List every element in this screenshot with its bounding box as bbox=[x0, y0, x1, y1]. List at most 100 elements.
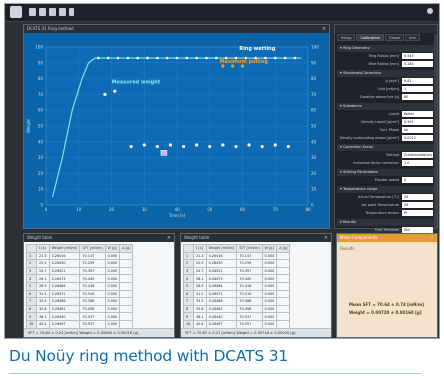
table-row[interactable]: 3 24.7 0.26521 70.397 0.000 bbox=[183, 266, 291, 276]
user-icon[interactable] bbox=[427, 8, 433, 14]
property-value-field[interactable]: 20 bbox=[402, 202, 433, 208]
main-toolbar bbox=[5, 4, 439, 22]
column-header[interactable]: Δ [g] bbox=[119, 244, 134, 253]
table-cell: 0.26473 bbox=[205, 274, 238, 283]
property-value-field[interactable]: 1 bbox=[402, 86, 433, 92]
table-cell: 28.9 bbox=[193, 281, 207, 291]
x-tick-label: 70 bbox=[273, 207, 279, 212]
table-cell: 70.510 bbox=[236, 289, 263, 299]
table-row[interactable]: 5 28.9 0.26484 70.416 0.000 bbox=[183, 281, 291, 291]
property-value-field[interactable]: 0.185 bbox=[402, 61, 433, 67]
table-row[interactable]: 4 26.1 0.26473 70.445 0.000 bbox=[183, 274, 291, 283]
data-point bbox=[156, 56, 159, 60]
table-row[interactable]: 2 22.5 0.28430 70.259 0.000 bbox=[183, 259, 291, 268]
property-value-field[interactable]: Zuidema/Waters bbox=[402, 152, 433, 158]
data-point bbox=[97, 56, 100, 60]
table-row[interactable]: 6 31.2 0.26471 70.510 0.000 bbox=[183, 289, 291, 299]
table-cell: 9 bbox=[26, 312, 37, 321]
table-cell: 0.000 bbox=[104, 319, 121, 329]
undo-icon[interactable] bbox=[69, 8, 74, 16]
property-value-field[interactable]: 9.545 bbox=[402, 53, 433, 59]
tab-calibration[interactable]: Calibration bbox=[356, 34, 385, 41]
close-icon[interactable]: × bbox=[430, 234, 434, 242]
property-row: Density surrounding phase [g/cm³] 0.0012 bbox=[337, 134, 435, 142]
close-icon[interactable]: × bbox=[322, 25, 326, 33]
close-icon[interactable]: × bbox=[167, 234, 171, 242]
export-icon[interactable] bbox=[59, 8, 66, 16]
property-value-field[interactable]: 0 bbox=[402, 177, 433, 183]
column-header[interactable]: SFT [mN/m] bbox=[236, 244, 263, 253]
table-cell: 31.2 bbox=[36, 289, 50, 299]
table-cell: 0.000 bbox=[261, 319, 278, 329]
column-header[interactable]: W [g] bbox=[104, 244, 121, 253]
table-cell: 0.000 bbox=[104, 266, 121, 276]
property-row: actual Temperature [°C] 20 bbox=[337, 193, 435, 201]
property-value-field[interactable]: Air bbox=[402, 127, 433, 133]
table-cell: 70.416 bbox=[79, 281, 106, 291]
table-cell: 6 bbox=[26, 289, 37, 299]
properties-scrollbar[interactable] bbox=[434, 34, 437, 228]
column-header[interactable]: t [s] bbox=[193, 244, 207, 253]
table-row[interactable]: 10 40.4 0.26497 70.557 0.000 bbox=[26, 319, 134, 329]
table-header-row: t [s] Weight [mN/m] SFT [mN/m] W [g] Δ [g] bbox=[26, 244, 134, 253]
table-row[interactable]: 8 35.8 0.26461 70.458 0.000 bbox=[183, 304, 291, 314]
table-row[interactable]: 7 33.5 0.26466 70.386 0.000 bbox=[26, 297, 134, 306]
data-point bbox=[113, 89, 117, 93]
property-section-header[interactable]: ▾ Stirring Parameters bbox=[337, 169, 435, 176]
table-cell: 0.26471 bbox=[205, 289, 238, 299]
table-row[interactable]: 5 28.9 0.26484 70.416 0.000 bbox=[26, 281, 134, 291]
table-row[interactable]: 3 24.7 0.26521 70.397 0.000 bbox=[26, 266, 134, 276]
table-row[interactable]: 6 31.2 0.26471 70.510 0.000 bbox=[26, 289, 134, 299]
app-logo-icon[interactable] bbox=[10, 6, 22, 18]
column-header[interactable]: W [g] bbox=[261, 244, 278, 253]
new-icon[interactable] bbox=[29, 8, 36, 16]
property-value-field[interactable]: 1.0 bbox=[402, 160, 433, 166]
open-icon[interactable] bbox=[39, 8, 46, 16]
results-heading: Results bbox=[340, 246, 355, 251]
column-header[interactable]: SFT [mN/m] bbox=[79, 244, 106, 253]
y2-tick-label: 70 bbox=[311, 92, 317, 97]
table-row[interactable]: 9 38.1 0.26440 70.537 0.000 bbox=[26, 312, 134, 321]
property-section-header[interactable]: ▾ Substance bbox=[337, 103, 435, 110]
property-section-header[interactable]: ▾ Temperature range bbox=[337, 186, 435, 193]
table-row[interactable]: 2 22.5 0.28430 70.259 0.000 bbox=[26, 259, 134, 268]
y-tick-label: 50 bbox=[38, 124, 44, 129]
table-row[interactable]: 7 33.5 0.26466 70.386 0.000 bbox=[183, 297, 291, 306]
property-section-header[interactable]: ▾ Results bbox=[337, 219, 435, 226]
property-value-field[interactable]: 0.0012 bbox=[402, 135, 433, 141]
table-row[interactable]: 1 21.3 0.26416 70.147 0.000 bbox=[26, 251, 134, 261]
table-row[interactable]: 10 40.4 0.26497 70.557 0.000 bbox=[183, 319, 291, 329]
save-icon[interactable] bbox=[49, 8, 56, 16]
property-section-header[interactable]: ▾ Standards/Correction bbox=[337, 70, 435, 77]
column-header[interactable]: Weight [mN/m] bbox=[48, 244, 81, 253]
column-header[interactable] bbox=[26, 244, 37, 253]
table-summary: SFT = 70.64 ± 0.24 [mN/m] Weight = 0.000… bbox=[24, 328, 174, 337]
table-row[interactable]: 4 26.1 0.26473 70.445 0.000 bbox=[26, 274, 134, 283]
table-row[interactable]: 9 38.1 0.26440 70.537 0.000 bbox=[183, 312, 291, 321]
property-value-field[interactable]: Water bbox=[402, 111, 433, 117]
column-header[interactable] bbox=[183, 244, 194, 253]
column-header[interactable]: Δ [g] bbox=[276, 244, 291, 253]
property-value-field[interactable]: 60 bbox=[402, 94, 433, 100]
table-row[interactable]: 1 21.3 0.26416 70.147 0.000 bbox=[183, 251, 291, 261]
property-value-field[interactable]: 20 bbox=[402, 194, 433, 200]
data-point bbox=[293, 56, 297, 60]
property-label: set point Temperature bbox=[361, 203, 399, 207]
table-cell bbox=[119, 281, 134, 291]
x-tick-label: 0 bbox=[45, 207, 48, 212]
tab-graph[interactable]: Graph bbox=[385, 34, 405, 41]
property-section-header[interactable]: ▾ Correction Factor bbox=[337, 144, 435, 151]
tab-info[interactable]: Info bbox=[405, 34, 420, 41]
selection-marker[interactable] bbox=[160, 150, 168, 156]
property-section-header[interactable]: ▾ Ring Geometry bbox=[337, 45, 435, 52]
column-header[interactable]: Weight [mN/m] bbox=[205, 244, 238, 253]
tab-setup[interactable]: Setup bbox=[337, 34, 356, 41]
close-icon[interactable]: × bbox=[324, 234, 328, 242]
property-value-field[interactable]: 9.81 bbox=[402, 78, 433, 84]
column-header[interactable]: t [s] bbox=[36, 244, 50, 253]
chart[interactable]: 0 10 20 30 40 50 60 70 80100 10090 9080 8070 7060 605… bbox=[24, 33, 329, 228]
property-value-field[interactable]: 0.997 bbox=[402, 119, 433, 125]
table-row[interactable]: 8 35.8 0.26461 70.458 0.000 bbox=[26, 304, 134, 314]
property-row: g [m/s²] 9.81 bbox=[337, 77, 435, 85]
property-value-field[interactable]: Pt bbox=[402, 210, 433, 216]
